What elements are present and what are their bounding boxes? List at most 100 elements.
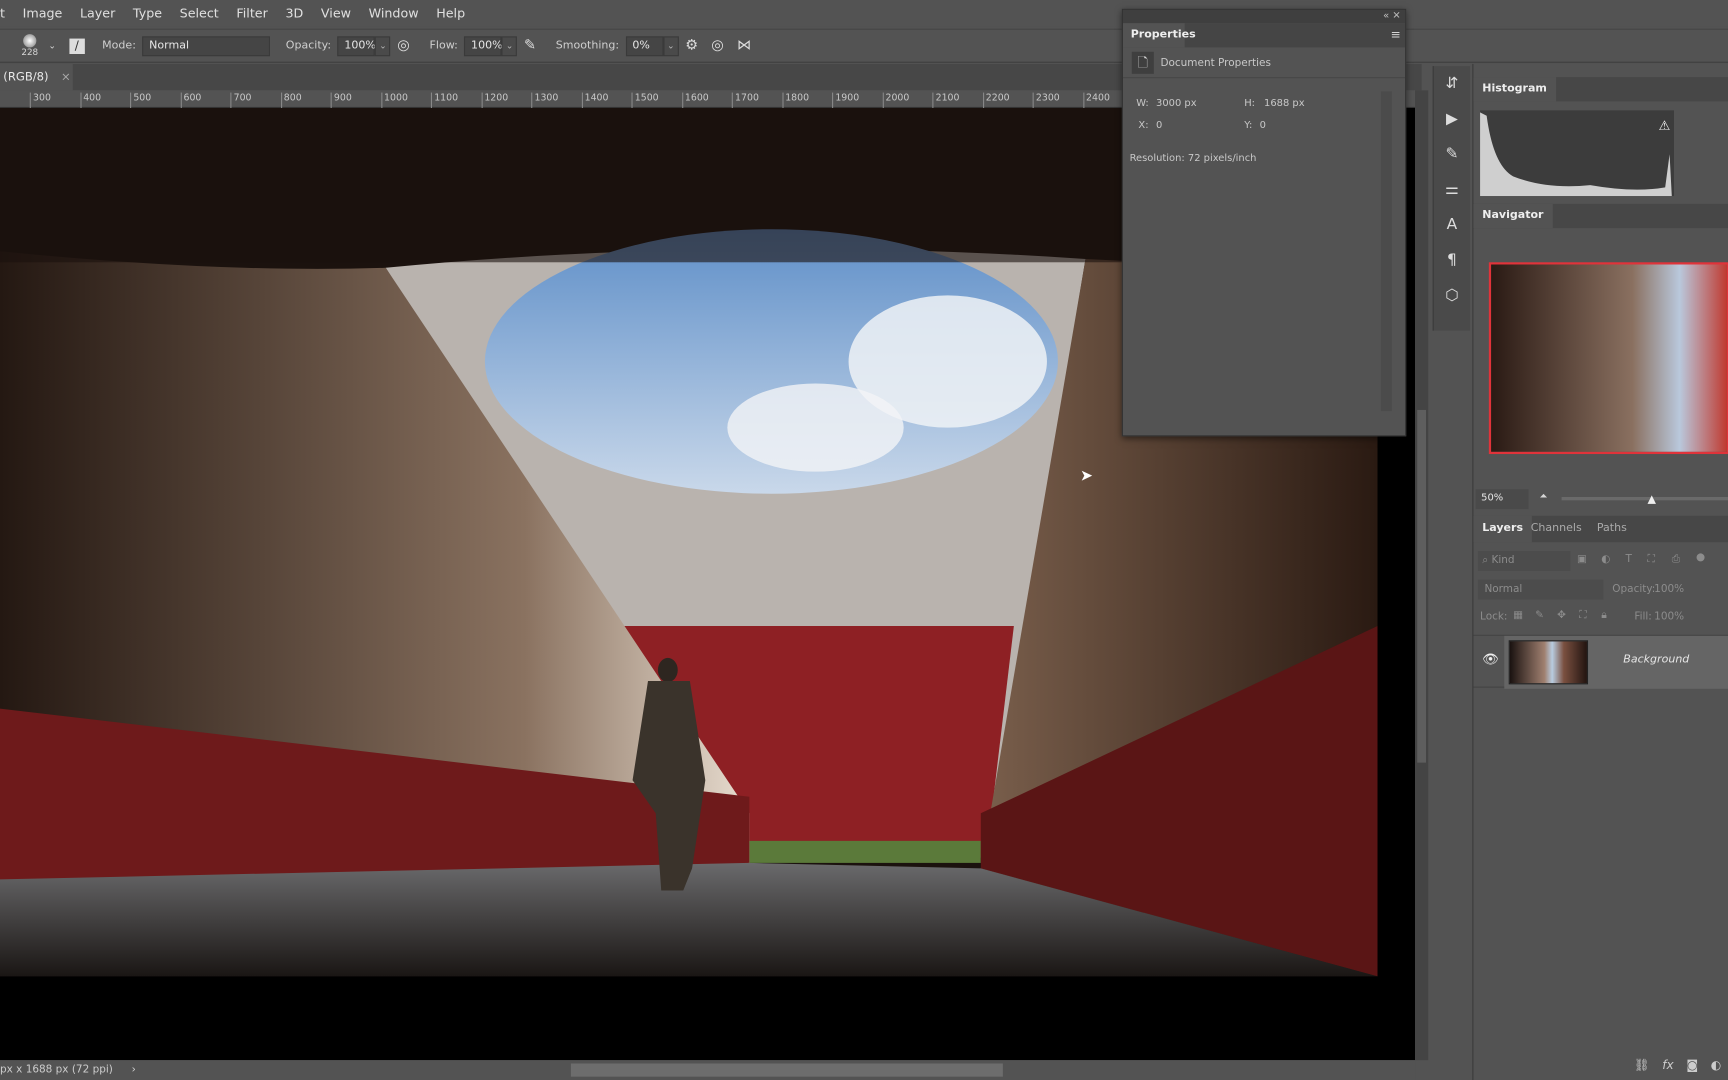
zoom-slider-handle[interactable]: ▲ xyxy=(1648,494,1656,506)
menu-3d[interactable]: 3D xyxy=(285,6,303,21)
menu-help[interactable]: Help xyxy=(436,6,465,21)
adjustments-icon[interactable]: ⚌ xyxy=(1434,172,1470,207)
panel-scrollbar[interactable] xyxy=(1380,91,1392,412)
symmetry-icon[interactable]: ⋈ xyxy=(737,37,751,54)
lock-transparent-icon[interactable]: ▦ xyxy=(1513,609,1523,621)
document-icon: 🗋 xyxy=(1131,51,1154,74)
menu-edit[interactable]: t xyxy=(0,6,5,21)
ruler-tick: 1300 xyxy=(531,92,558,108)
filter-adjustment-icon[interactable]: ◐ xyxy=(1601,553,1610,565)
resolution: Resolution: 72 pixels/inch xyxy=(1129,153,1257,165)
zoom-slider[interactable] xyxy=(1561,497,1728,501)
tab-properties[interactable]: Properties xyxy=(1122,23,1196,48)
filter-pixel-icon[interactable]: ▣ xyxy=(1577,553,1587,565)
tab-navigator[interactable]: Navigator xyxy=(1473,203,1553,229)
layer-thumbnail xyxy=(1508,640,1589,685)
brush-settings-icon[interactable]: ✎ xyxy=(1434,137,1470,172)
mode-select[interactable]: Normal xyxy=(142,35,271,56)
ruler-tick: 800 xyxy=(280,92,302,108)
horizontal-scrollbar[interactable] xyxy=(570,1063,1003,1077)
eye-icon[interactable]: 👁︎ xyxy=(1482,651,1499,666)
x-value[interactable]: 0 xyxy=(1156,120,1162,131)
ruler-tick: 1900 xyxy=(832,92,859,108)
lock-all-icon[interactable]: 🔒︎ xyxy=(1601,609,1607,621)
ruler-tick: 1200 xyxy=(481,92,508,108)
paragraph-icon[interactable]: ¶ xyxy=(1434,242,1470,277)
fill-field[interactable]: 100% xyxy=(1654,611,1684,623)
options-bar: 228 ⌄ / Mode: Normal Opacity: 100% ⌄ ◎ F… xyxy=(0,28,1728,63)
document-size-info: px x 1688 px (72 ppi) xyxy=(0,1063,113,1076)
add-mask-icon[interactable]: ◙ xyxy=(1686,1058,1698,1072)
pressure-opacity-icon[interactable]: ◎ xyxy=(397,37,410,54)
close-icon[interactable]: × xyxy=(61,71,71,84)
smoothing-dropdown[interactable]: ⌄ xyxy=(663,35,679,56)
lock-artboard-icon[interactable]: ⛶ xyxy=(1579,609,1586,621)
collapse-icon[interactable]: « xyxy=(1383,11,1389,22)
brush-preset-picker[interactable]: 228 xyxy=(18,34,42,57)
opacity-dropdown[interactable]: ⌄ xyxy=(375,35,391,56)
properties-panel: « ✕ Properties ≡ 🗋 Document Properties W… xyxy=(1121,8,1407,437)
document-tab[interactable]: (RGB/8) × xyxy=(0,63,73,91)
character-icon[interactable]: A xyxy=(1434,207,1470,242)
smoothing-field[interactable]: 0% xyxy=(625,35,664,56)
chevron-down-icon[interactable]: ⌄ xyxy=(48,41,55,51)
panel-dock-icons: ⇵ ▶ ✎ ⚌ A ¶ ⬡ xyxy=(1432,66,1471,331)
filter-smart-object-icon[interactable]: ⎙ xyxy=(1672,553,1680,565)
ruler-tick: 1100 xyxy=(430,92,458,108)
panel-menu-icon[interactable]: ≡ xyxy=(1391,28,1401,42)
menu-image[interactable]: Image xyxy=(23,6,63,21)
tab-histogram[interactable]: Histogram xyxy=(1473,77,1556,102)
layer-name[interactable]: Background xyxy=(1623,654,1689,666)
brush-panel-icon[interactable]: / xyxy=(69,38,85,54)
lock-image-icon[interactable]: ✎ xyxy=(1535,609,1544,621)
filter-type-icon[interactable]: T xyxy=(1626,553,1632,565)
height-value[interactable]: 1688 px xyxy=(1264,98,1305,109)
ruler-tick: 2100 xyxy=(932,92,959,108)
3d-icon[interactable]: ⬡ xyxy=(1434,278,1470,313)
menu-select[interactable]: Select xyxy=(180,6,219,21)
layer-filter-select[interactable]: ⌕ Kind xyxy=(1477,551,1571,571)
zoom-out-icon[interactable]: ⏶ xyxy=(1540,492,1548,503)
navigator-preview[interactable] xyxy=(1488,262,1728,455)
close-icon[interactable]: ✕ xyxy=(1392,11,1400,22)
menu-view[interactable]: View xyxy=(321,6,351,21)
y-value[interactable]: 0 xyxy=(1260,120,1266,131)
blend-mode-select[interactable]: Normal xyxy=(1477,579,1604,600)
ruler-tick: 1400 xyxy=(581,92,608,108)
warning-icon[interactable]: ⚠ xyxy=(1659,119,1671,134)
opacity-field[interactable]: 100% xyxy=(337,35,376,56)
histogram-chart: ⚠ xyxy=(1480,110,1674,197)
history-icon[interactable]: ⇵ xyxy=(1434,66,1470,101)
pressure-size-icon[interactable]: ◎ xyxy=(711,37,724,54)
fx-icon[interactable]: fx xyxy=(1662,1058,1673,1072)
vertical-scrollbar[interactable] xyxy=(1415,90,1429,1061)
status-menu-arrow[interactable]: › xyxy=(132,1063,136,1075)
status-bar: px x 1688 px (72 ppi) › xyxy=(0,1060,1416,1080)
ruler-tick: 400 xyxy=(79,92,101,108)
ruler-tick: 500 xyxy=(130,92,151,108)
flow-dropdown[interactable]: ⌄ xyxy=(501,35,518,56)
width-value[interactable]: 3000 px xyxy=(1156,98,1197,109)
flow-field[interactable]: 100% xyxy=(464,35,503,56)
ruler-tick: 700 xyxy=(230,92,252,108)
ruler-tick: 1600 xyxy=(681,92,709,108)
actions-play-icon[interactable]: ▶ xyxy=(1434,101,1470,136)
menu-layer[interactable]: Layer xyxy=(80,6,115,21)
ruler-tick: 2000 xyxy=(882,92,909,108)
layer-row[interactable]: 👁︎ Background xyxy=(1473,634,1728,689)
layer-opacity-field[interactable]: 100% xyxy=(1654,583,1684,595)
zoom-field[interactable]: 50% xyxy=(1475,489,1529,510)
link-layers-icon[interactable]: ⛓ xyxy=(1634,1058,1649,1072)
ruler-tick: 2200 xyxy=(982,92,1010,108)
filter-shape-icon[interactable]: ⛶ xyxy=(1648,553,1655,565)
lock-position-icon[interactable]: ✥ xyxy=(1557,609,1566,621)
menu-filter[interactable]: Filter xyxy=(236,6,267,21)
airbrush-icon[interactable]: ✎ xyxy=(524,37,536,54)
tab-paths[interactable]: Paths xyxy=(1588,516,1636,542)
gear-icon[interactable]: ⚙ xyxy=(685,37,698,54)
menu-type[interactable]: Type xyxy=(133,6,162,21)
menu-window[interactable]: Window xyxy=(369,6,419,21)
filter-toggle[interactable]: ● xyxy=(1696,551,1705,563)
adjustment-layer-icon[interactable]: ◐ xyxy=(1711,1058,1722,1072)
tab-channels[interactable]: Channels xyxy=(1522,516,1591,542)
